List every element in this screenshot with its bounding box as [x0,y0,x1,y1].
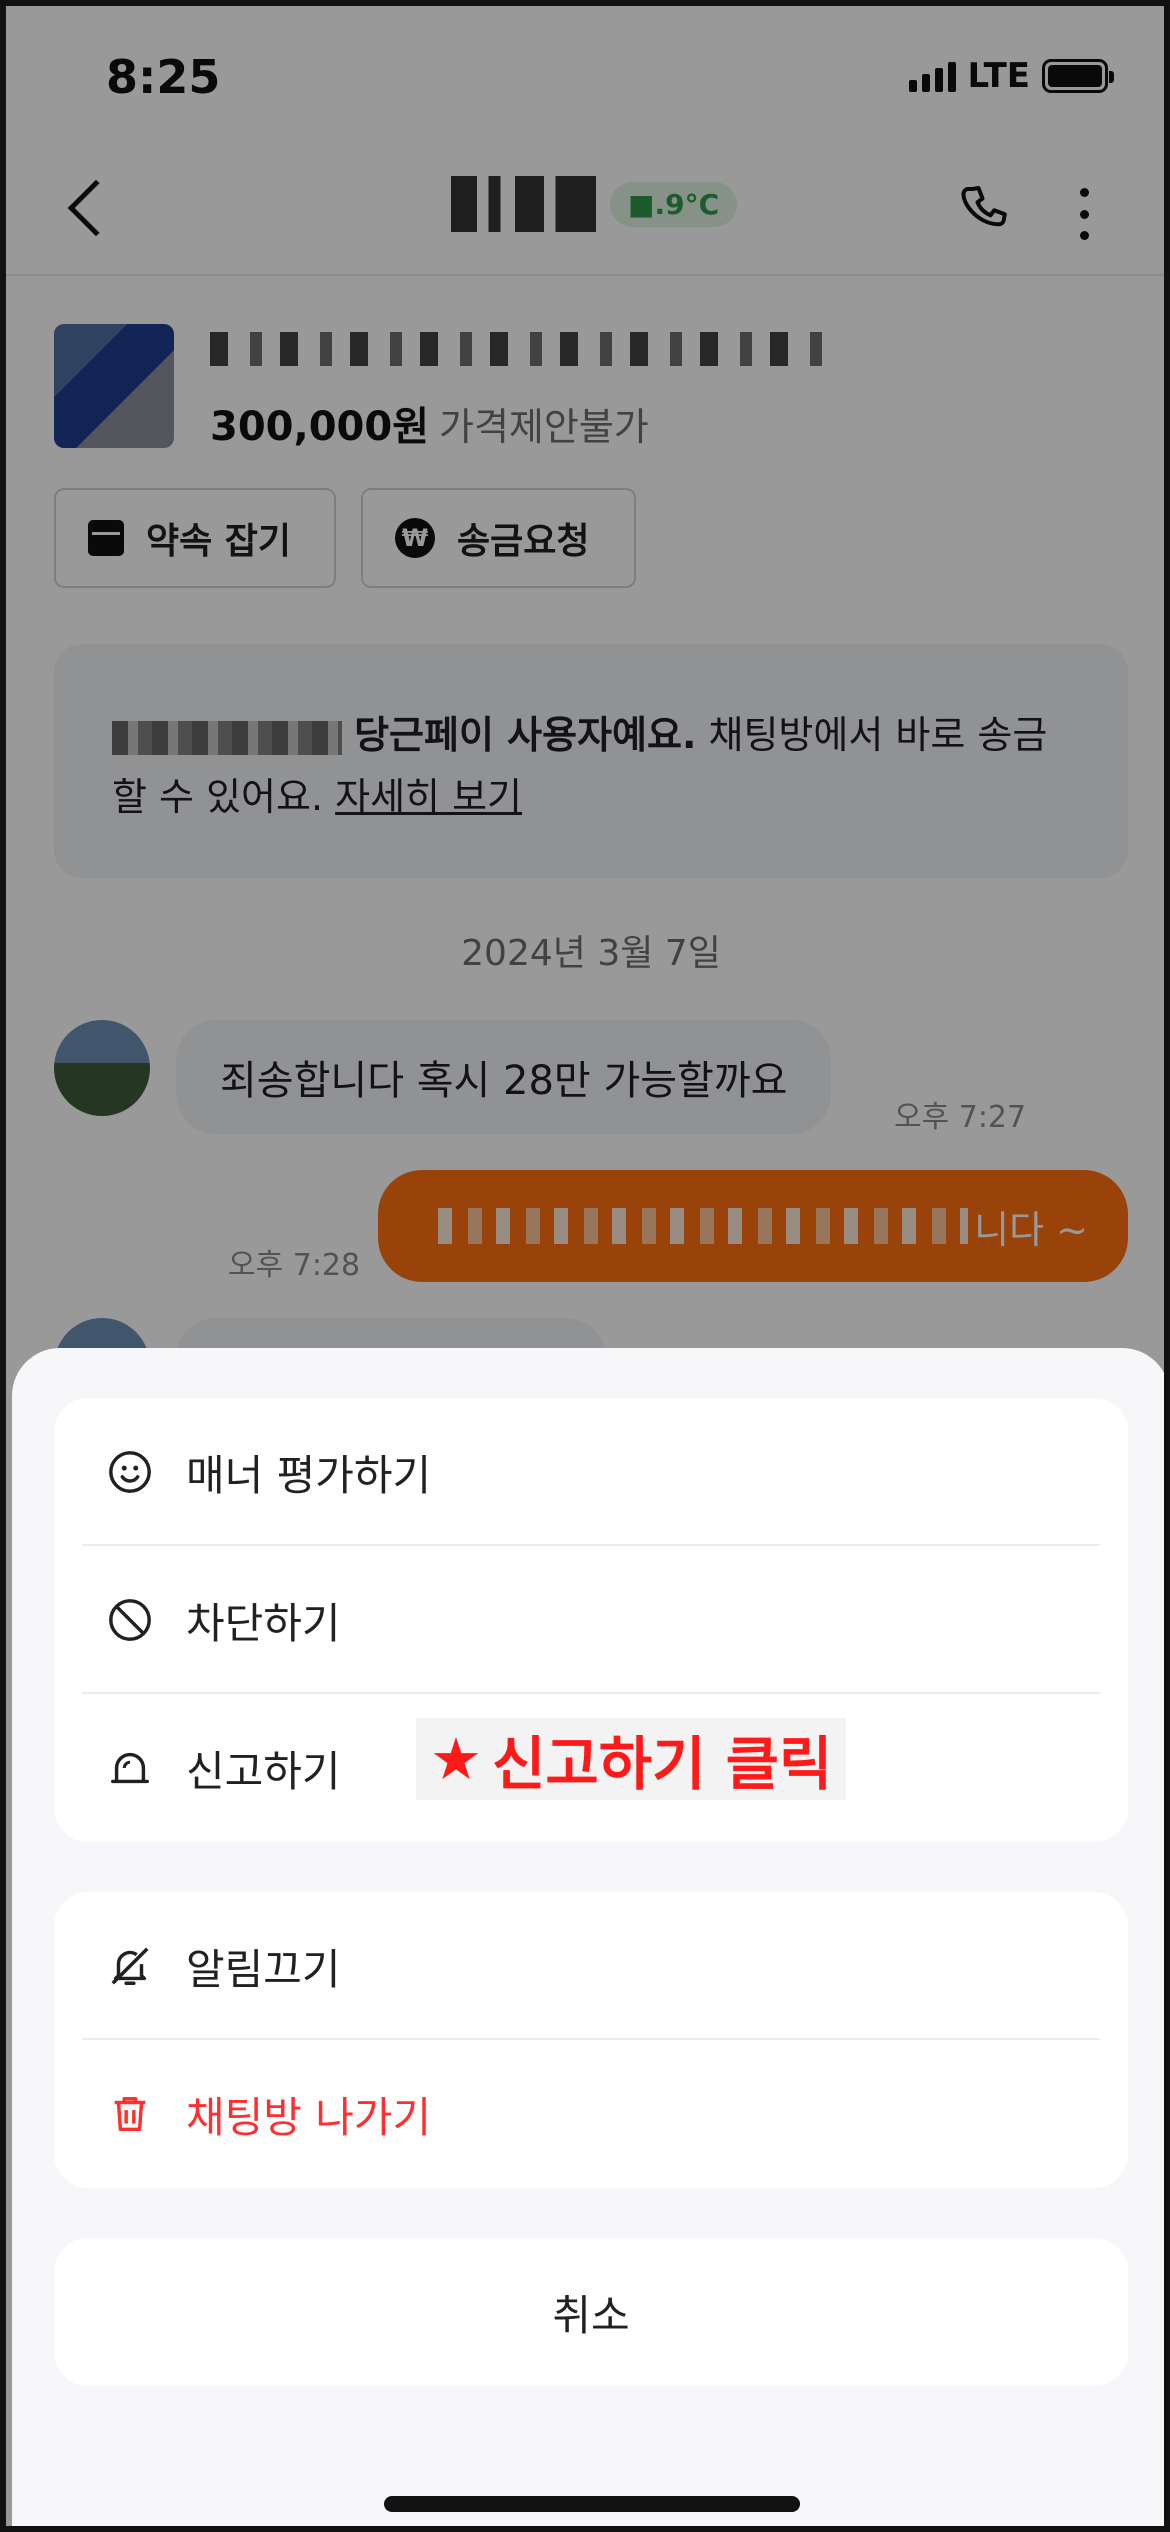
siren-icon [106,1744,154,1792]
block-item[interactable]: 차단하기 [54,1546,1128,1694]
annotation-label: ★ 신고하기 클릭 [416,1718,847,1800]
action-group-secondary: 알림끄기 채팅방 나가기 [54,1892,1128,2188]
star-icon: ★ [430,1725,482,1793]
action-sheet: 매너 평가하기 차단하기 신고하기 알림끄기 채팅방 나가기 취소 [12,1348,1164,2526]
smile-icon [106,1448,154,1496]
cancel-group: 취소 [54,2238,1128,2386]
trash-icon [106,2090,154,2138]
home-indicator[interactable] [384,2496,800,2512]
annotation-text: 신고하기 클릭 [492,1730,833,1798]
cancel-button[interactable]: 취소 [54,2238,1128,2386]
mute-notifications-item[interactable]: 알림끄기 [54,1892,1128,2040]
leave-chat-item[interactable]: 채팅방 나가기 [54,2040,1128,2188]
report-label: 신고하기 [186,1746,341,1796]
mute-notifications-label: 알림끄기 [186,1944,341,1994]
block-icon [106,1596,154,1644]
bell-off-icon [106,1942,154,1990]
rate-manner-item[interactable]: 매너 평가하기 [54,1398,1128,1546]
block-label: 차단하기 [186,1598,341,1648]
leave-chat-label: 채팅방 나가기 [186,2092,432,2142]
phone-screen: 8:25 LTE ■.9°C 300,000원 가격제안불가 약속 잡기 ₩ 송금… [0,0,1170,2532]
rate-manner-label: 매너 평가하기 [186,1450,432,1500]
